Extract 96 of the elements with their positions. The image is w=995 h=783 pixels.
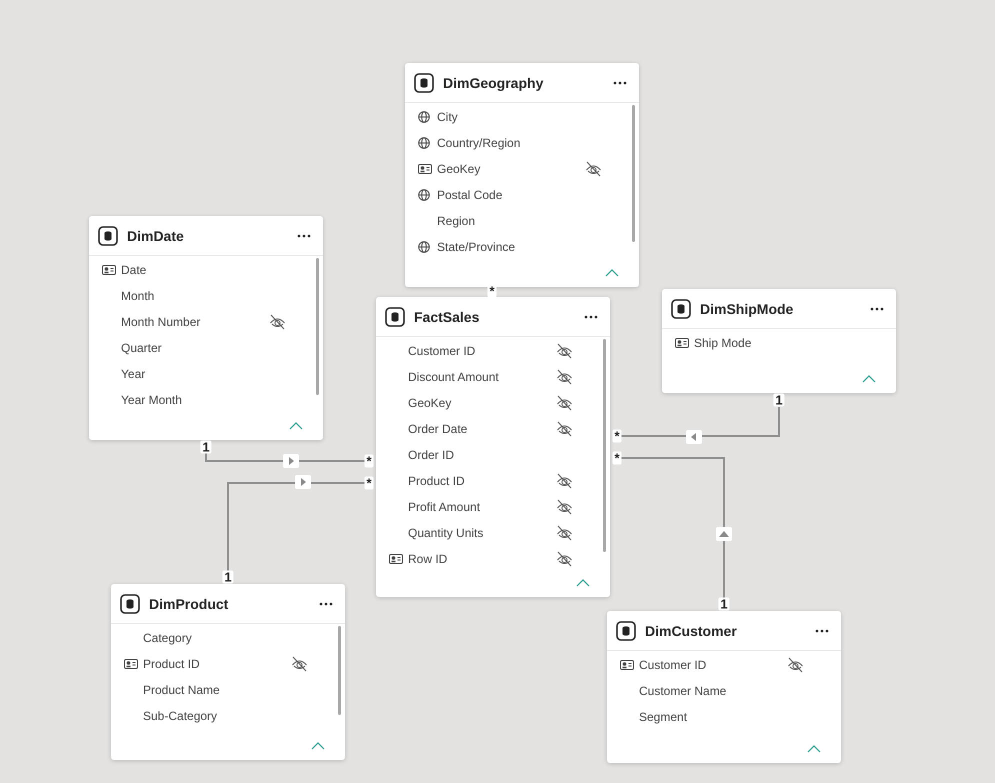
hidden-icon[interactable]	[556, 499, 573, 515]
table-icon	[414, 72, 434, 92]
table-title: DimProduct	[149, 596, 230, 612]
field-name[interactable]: Segment	[639, 710, 688, 724]
table-card[interactable]: DimProduct Category Product ID Product Name Sub-Category	[111, 584, 345, 760]
table-icon	[385, 306, 405, 326]
field-name[interactable]: Country/Region	[437, 136, 520, 150]
id-card-icon	[675, 338, 689, 348]
table-icon	[98, 226, 118, 246]
table-card[interactable]: DimGeography City Country/Region GeoKey Postal Code Region State/Province	[405, 63, 639, 287]
cardinality-label: 1	[222, 570, 234, 584]
relationship-line[interactable]	[205, 453, 366, 462]
field-name[interactable]: GeoKey	[437, 162, 480, 176]
globe-icon	[418, 241, 430, 253]
more-icon[interactable]	[815, 628, 829, 632]
field-name[interactable]: Product Name	[143, 683, 220, 697]
field-name[interactable]: Row ID	[408, 552, 448, 566]
hidden-icon[interactable]	[556, 421, 573, 437]
more-icon[interactable]	[297, 234, 311, 238]
more-icon[interactable]	[870, 306, 884, 310]
id-card-icon	[102, 265, 116, 275]
scrollbar[interactable]	[603, 339, 606, 552]
field-name[interactable]: Product ID	[143, 657, 200, 671]
field-name[interactable]: Quantity Units	[408, 526, 484, 540]
field-name[interactable]: Postal Code	[437, 188, 502, 202]
cardinality-label: *	[364, 454, 374, 468]
id-card-icon	[389, 554, 403, 564]
hidden-icon[interactable]	[585, 161, 602, 177]
table-icon	[120, 594, 140, 614]
id-card-icon	[418, 164, 432, 174]
field-name[interactable]: Discount Amount	[408, 370, 499, 384]
field-name[interactable]: GeoKey	[408, 396, 452, 410]
collapse-icon[interactable]	[311, 742, 325, 750]
field-name[interactable]: Customer Name	[639, 684, 726, 698]
field-name[interactable]: Month Number	[121, 315, 200, 329]
hidden-icon[interactable]	[556, 551, 573, 567]
hidden-icon[interactable]	[291, 656, 308, 672]
field-name[interactable]: Sub-Category	[143, 709, 218, 723]
field-name[interactable]: Customer ID	[408, 344, 476, 358]
field-name[interactable]: Quarter	[121, 341, 162, 355]
collapse-icon[interactable]	[576, 579, 590, 587]
hidden-icon[interactable]	[556, 369, 573, 385]
field-name[interactable]: Product ID	[408, 474, 465, 488]
cardinality-label: *	[487, 284, 497, 298]
table-icon	[616, 620, 636, 640]
cardinality-label: *	[612, 430, 622, 442]
table-icon	[671, 298, 691, 318]
field-name[interactable]: Year	[121, 367, 146, 381]
collapse-icon[interactable]	[862, 375, 876, 383]
collapse-icon[interactable]	[289, 422, 303, 430]
hidden-icon[interactable]	[556, 343, 573, 359]
table-card[interactable]: DimShipMode Ship Mode	[662, 289, 896, 393]
collapse-icon[interactable]	[807, 745, 821, 753]
field-name[interactable]: Year Month	[121, 393, 182, 407]
more-icon[interactable]	[319, 602, 333, 606]
field-name[interactable]: Month	[121, 289, 154, 303]
scrollbar[interactable]	[338, 626, 341, 715]
cardinality-label: 1	[718, 598, 730, 610]
collapse-icon[interactable]	[605, 269, 619, 277]
scrollbar[interactable]	[316, 258, 319, 395]
hidden-icon[interactable]	[787, 657, 804, 673]
table-title: DimGeography	[443, 74, 544, 90]
field-name[interactable]: State/Province	[437, 240, 516, 254]
table-card[interactable]: FactSales Customer ID Discount Amount GeoKey Order Date Order ID Product ID Profit Amount Quantity Units Row ID	[376, 297, 610, 597]
table-title: DimShipMode	[700, 300, 794, 316]
table-title: DimCustomer	[645, 622, 738, 638]
field-name[interactable]: City	[437, 110, 458, 124]
more-icon[interactable]	[613, 80, 627, 84]
field-name[interactable]: Customer ID	[639, 658, 706, 672]
table-card[interactable]: DimCustomer Customer ID Customer Name Segment	[607, 611, 841, 763]
cardinality-label: 1	[773, 394, 785, 406]
cardinality-label: *	[364, 476, 374, 490]
hidden-icon[interactable]	[556, 525, 573, 541]
field-name[interactable]: Order ID	[408, 448, 454, 462]
field-name[interactable]: Region	[437, 214, 476, 228]
globe-icon	[418, 189, 430, 201]
relationship-line[interactable]	[620, 407, 780, 437]
table-card[interactable]: DimDate Date Month Month Number Quarter Year Year Month	[89, 216, 323, 440]
field-name[interactable]: Order Date	[408, 422, 468, 436]
id-card-icon	[620, 660, 634, 670]
cardinality-label: 1	[200, 440, 212, 454]
id-card-icon	[124, 659, 138, 669]
hidden-icon[interactable]	[269, 314, 286, 330]
field-name[interactable]: Ship Mode	[694, 336, 752, 350]
field-name[interactable]: Profit Amount	[408, 500, 480, 514]
hidden-icon[interactable]	[556, 473, 573, 489]
more-icon[interactable]	[584, 314, 598, 318]
scrollbar[interactable]	[632, 105, 635, 242]
table-title: DimDate	[127, 228, 185, 244]
field-name[interactable]: Category	[143, 631, 192, 645]
field-name[interactable]: Date	[121, 263, 146, 277]
table-title: FactSales	[414, 308, 480, 324]
cardinality-label: *	[612, 452, 622, 464]
globe-icon	[418, 137, 430, 149]
hidden-icon[interactable]	[556, 395, 573, 411]
globe-icon	[418, 111, 430, 123]
